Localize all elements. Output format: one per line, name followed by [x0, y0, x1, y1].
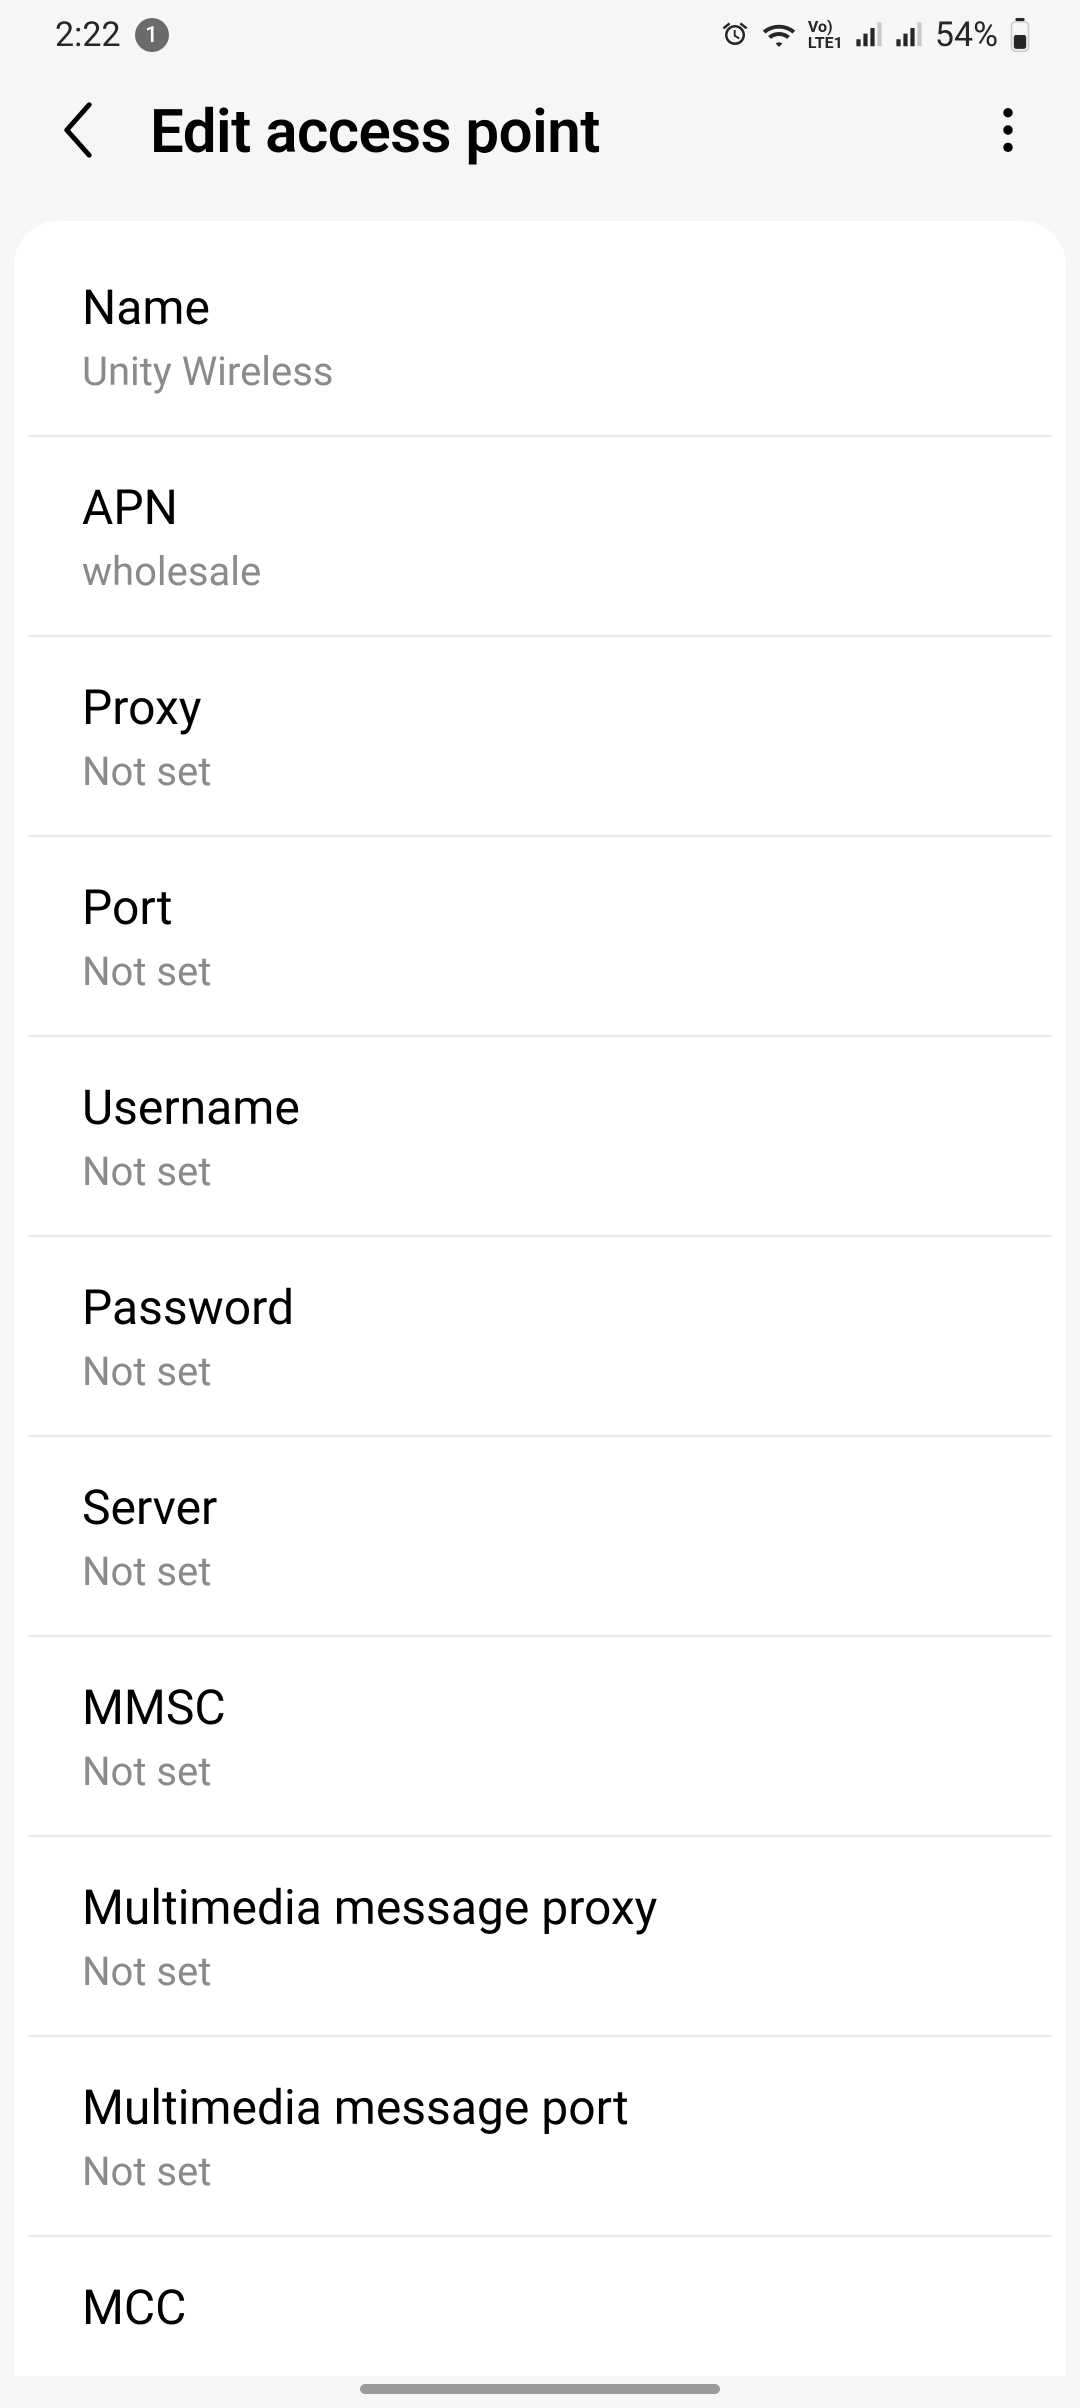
settings-card: Name Unity Wireless APN wholesale Proxy …	[14, 221, 1066, 2376]
setting-username[interactable]: Username Not set	[28, 1037, 1052, 1237]
back-button[interactable]	[46, 100, 110, 164]
setting-title: Password	[82, 1279, 998, 1336]
battery-icon	[1010, 18, 1030, 52]
signal-2-icon	[895, 20, 923, 50]
setting-title: APN	[82, 479, 998, 536]
setting-name[interactable]: Name Unity Wireless	[28, 221, 1052, 437]
notification-count-badge: 1	[135, 18, 169, 52]
setting-title: MMSC	[82, 1679, 998, 1736]
more-options-button[interactable]	[976, 100, 1040, 164]
setting-value: Not set	[82, 1148, 998, 1195]
setting-mmsc[interactable]: MMSC Not set	[28, 1637, 1052, 1837]
chevron-left-icon	[60, 102, 96, 161]
status-bar: 2:22 1 Vo)LTE1 54%	[0, 0, 1080, 70]
setting-title: MCC	[82, 2279, 998, 2336]
battery-percent: 54%	[935, 15, 998, 55]
setting-value: Not set	[82, 1348, 998, 1395]
setting-title: Name	[82, 279, 998, 336]
setting-title: Username	[82, 1079, 998, 1136]
setting-value: Not set	[82, 748, 998, 795]
setting-apn[interactable]: APN wholesale	[28, 437, 1052, 637]
page-title: Edit access point	[150, 96, 976, 167]
more-vertical-icon	[1002, 108, 1014, 155]
status-bar-right: Vo)LTE1 54%	[720, 15, 1030, 55]
setting-value: Not set	[82, 1948, 998, 1995]
setting-proxy[interactable]: Proxy Not set	[28, 637, 1052, 837]
signal-1-icon	[855, 20, 883, 50]
setting-mms-port[interactable]: Multimedia message port Not set	[28, 2037, 1052, 2237]
app-header: Edit access point	[0, 70, 1080, 221]
setting-mcc[interactable]: MCC	[28, 2237, 1052, 2376]
setting-title: Multimedia message proxy	[82, 1879, 998, 1936]
setting-mms-proxy[interactable]: Multimedia message proxy Not set	[28, 1837, 1052, 2037]
setting-value: Not set	[82, 948, 998, 995]
setting-title: Proxy	[82, 679, 998, 736]
setting-port[interactable]: Port Not set	[28, 837, 1052, 1037]
setting-value: Not set	[82, 1748, 998, 1795]
setting-value: Unity Wireless	[82, 348, 998, 395]
wifi-icon	[762, 20, 796, 50]
home-indicator[interactable]	[360, 2384, 720, 2394]
alarm-icon	[720, 20, 750, 50]
setting-value: wholesale	[82, 548, 998, 595]
setting-password[interactable]: Password Not set	[28, 1237, 1052, 1437]
setting-title: Server	[82, 1479, 998, 1536]
setting-value: Not set	[82, 2148, 998, 2195]
setting-server[interactable]: Server Not set	[28, 1437, 1052, 1637]
volte-icon: Vo)LTE1	[808, 19, 843, 51]
status-bar-left: 2:22 1	[55, 15, 169, 55]
setting-title: Multimedia message port	[82, 2079, 998, 2136]
setting-value: Not set	[82, 1548, 998, 1595]
setting-title: Port	[82, 879, 998, 936]
status-time: 2:22	[55, 15, 121, 55]
